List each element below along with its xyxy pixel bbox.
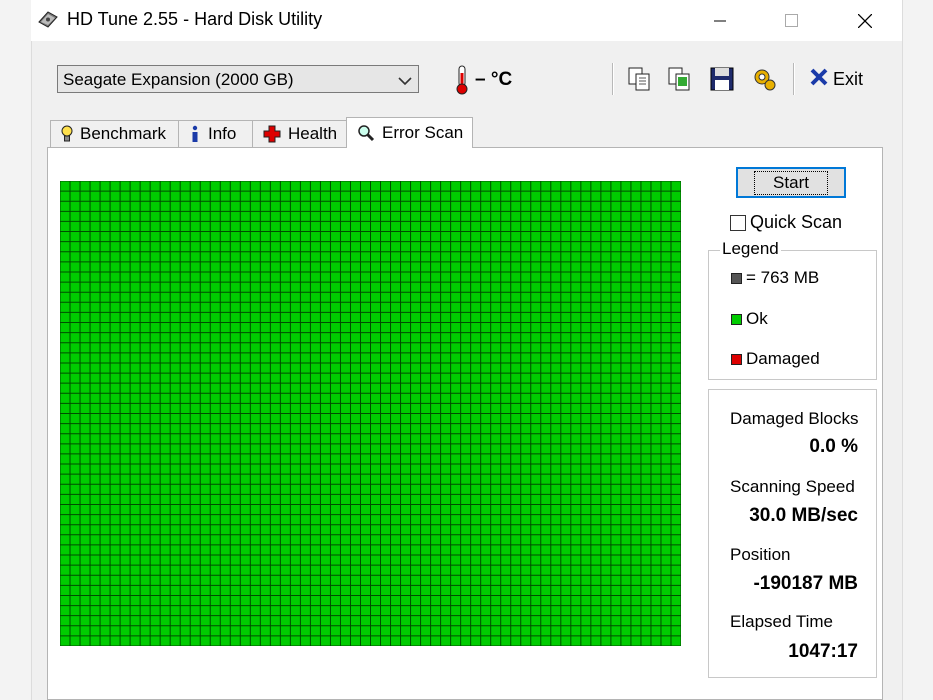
tab-benchmark[interactable]: Benchmark xyxy=(50,120,179,147)
tab-label: Health xyxy=(288,124,338,143)
legend-damaged-label: Damaged xyxy=(746,349,820,368)
save-icon[interactable] xyxy=(708,65,736,93)
legend-block-size-label: = 763 MB xyxy=(746,268,820,287)
chevron-down-icon xyxy=(398,73,412,91)
desktop-left-margin xyxy=(0,0,32,700)
tab-label: Error Scan xyxy=(382,123,464,142)
damaged-blocks-value: 0.0 % xyxy=(809,436,858,457)
drive-select[interactable]: Seagate Expansion (2000 GB) xyxy=(57,65,419,93)
tab-label: Benchmark xyxy=(80,124,166,143)
legend-title: Legend xyxy=(720,239,781,259)
thermometer-icon xyxy=(454,65,470,100)
hdd-app-icon xyxy=(37,8,59,30)
legend-damaged: Damaged xyxy=(731,349,820,369)
maximize-button[interactable] xyxy=(762,0,820,41)
info-icon xyxy=(189,125,201,143)
window-title: HD Tune 2.55 - Hard Disk Utility xyxy=(67,9,323,29)
toolbar-separator xyxy=(612,63,614,95)
quick-scan-label: Quick Scan xyxy=(750,212,843,232)
damaged-swatch xyxy=(731,353,742,365)
scan-stats-group: Damaged Blocks 0.0 % Scanning Speed 30.0… xyxy=(708,389,877,678)
options-icon[interactable] xyxy=(750,65,778,93)
tab-error-scan[interactable]: Error Scan xyxy=(346,117,473,148)
elapsed-time-value: 1047:17 xyxy=(788,641,858,662)
close-button[interactable] xyxy=(833,0,897,41)
tab-health[interactable]: Health xyxy=(252,120,347,147)
exit-label: Exit xyxy=(833,68,864,89)
legend-ok-label: Ok xyxy=(746,309,768,328)
start-button[interactable]: Start xyxy=(736,167,846,198)
exit-icon xyxy=(809,67,829,92)
tab-label: Info xyxy=(208,124,237,143)
toolbar: Seagate Expansion (2000 GB) – °C Exit xyxy=(47,53,883,105)
drive-select-value: Seagate Expansion (2000 GB) xyxy=(63,70,294,89)
legend-ok: Ok xyxy=(731,309,768,329)
position-value: -190187 MB xyxy=(753,573,858,594)
quick-scan-option[interactable]: Quick Scan xyxy=(730,212,842,233)
ok-swatch xyxy=(731,313,742,325)
tab-info[interactable]: Info xyxy=(178,120,253,147)
tab-bar: Benchmark Info Health Error Scan xyxy=(47,117,883,148)
scanning-speed-value: 30.0 MB/sec xyxy=(749,505,858,526)
copy-info-icon[interactable] xyxy=(626,65,654,93)
temperature-readout: – °C xyxy=(475,69,513,90)
block-swatch xyxy=(731,272,742,284)
elapsed-time-label: Elapsed Time xyxy=(730,612,833,631)
legend-block-size: = 763 MB xyxy=(731,268,819,288)
health-cross-icon xyxy=(263,125,281,143)
start-button-label: Start xyxy=(754,170,828,195)
legend-group: = 763 MB Ok Damaged xyxy=(708,250,877,380)
minimize-button[interactable] xyxy=(691,0,749,41)
title-bar: HD Tune 2.55 - Hard Disk Utility xyxy=(31,0,902,41)
error-scan-panel: Start Quick Scan = 763 MB Ok Damaged Leg… xyxy=(47,147,883,700)
exit-button[interactable]: Exit xyxy=(809,65,863,93)
toolbar-separator xyxy=(793,63,795,95)
damaged-blocks-label: Damaged Blocks xyxy=(730,409,859,428)
scan-block-map xyxy=(60,181,681,646)
position-label: Position xyxy=(730,545,791,564)
copy-screenshot-icon[interactable] xyxy=(666,65,694,93)
magnifier-icon xyxy=(357,124,375,142)
desktop-right-margin xyxy=(902,0,933,700)
scanning-speed-label: Scanning Speed xyxy=(730,477,855,496)
lightbulb-icon xyxy=(61,125,73,143)
quick-scan-checkbox[interactable] xyxy=(730,214,746,231)
